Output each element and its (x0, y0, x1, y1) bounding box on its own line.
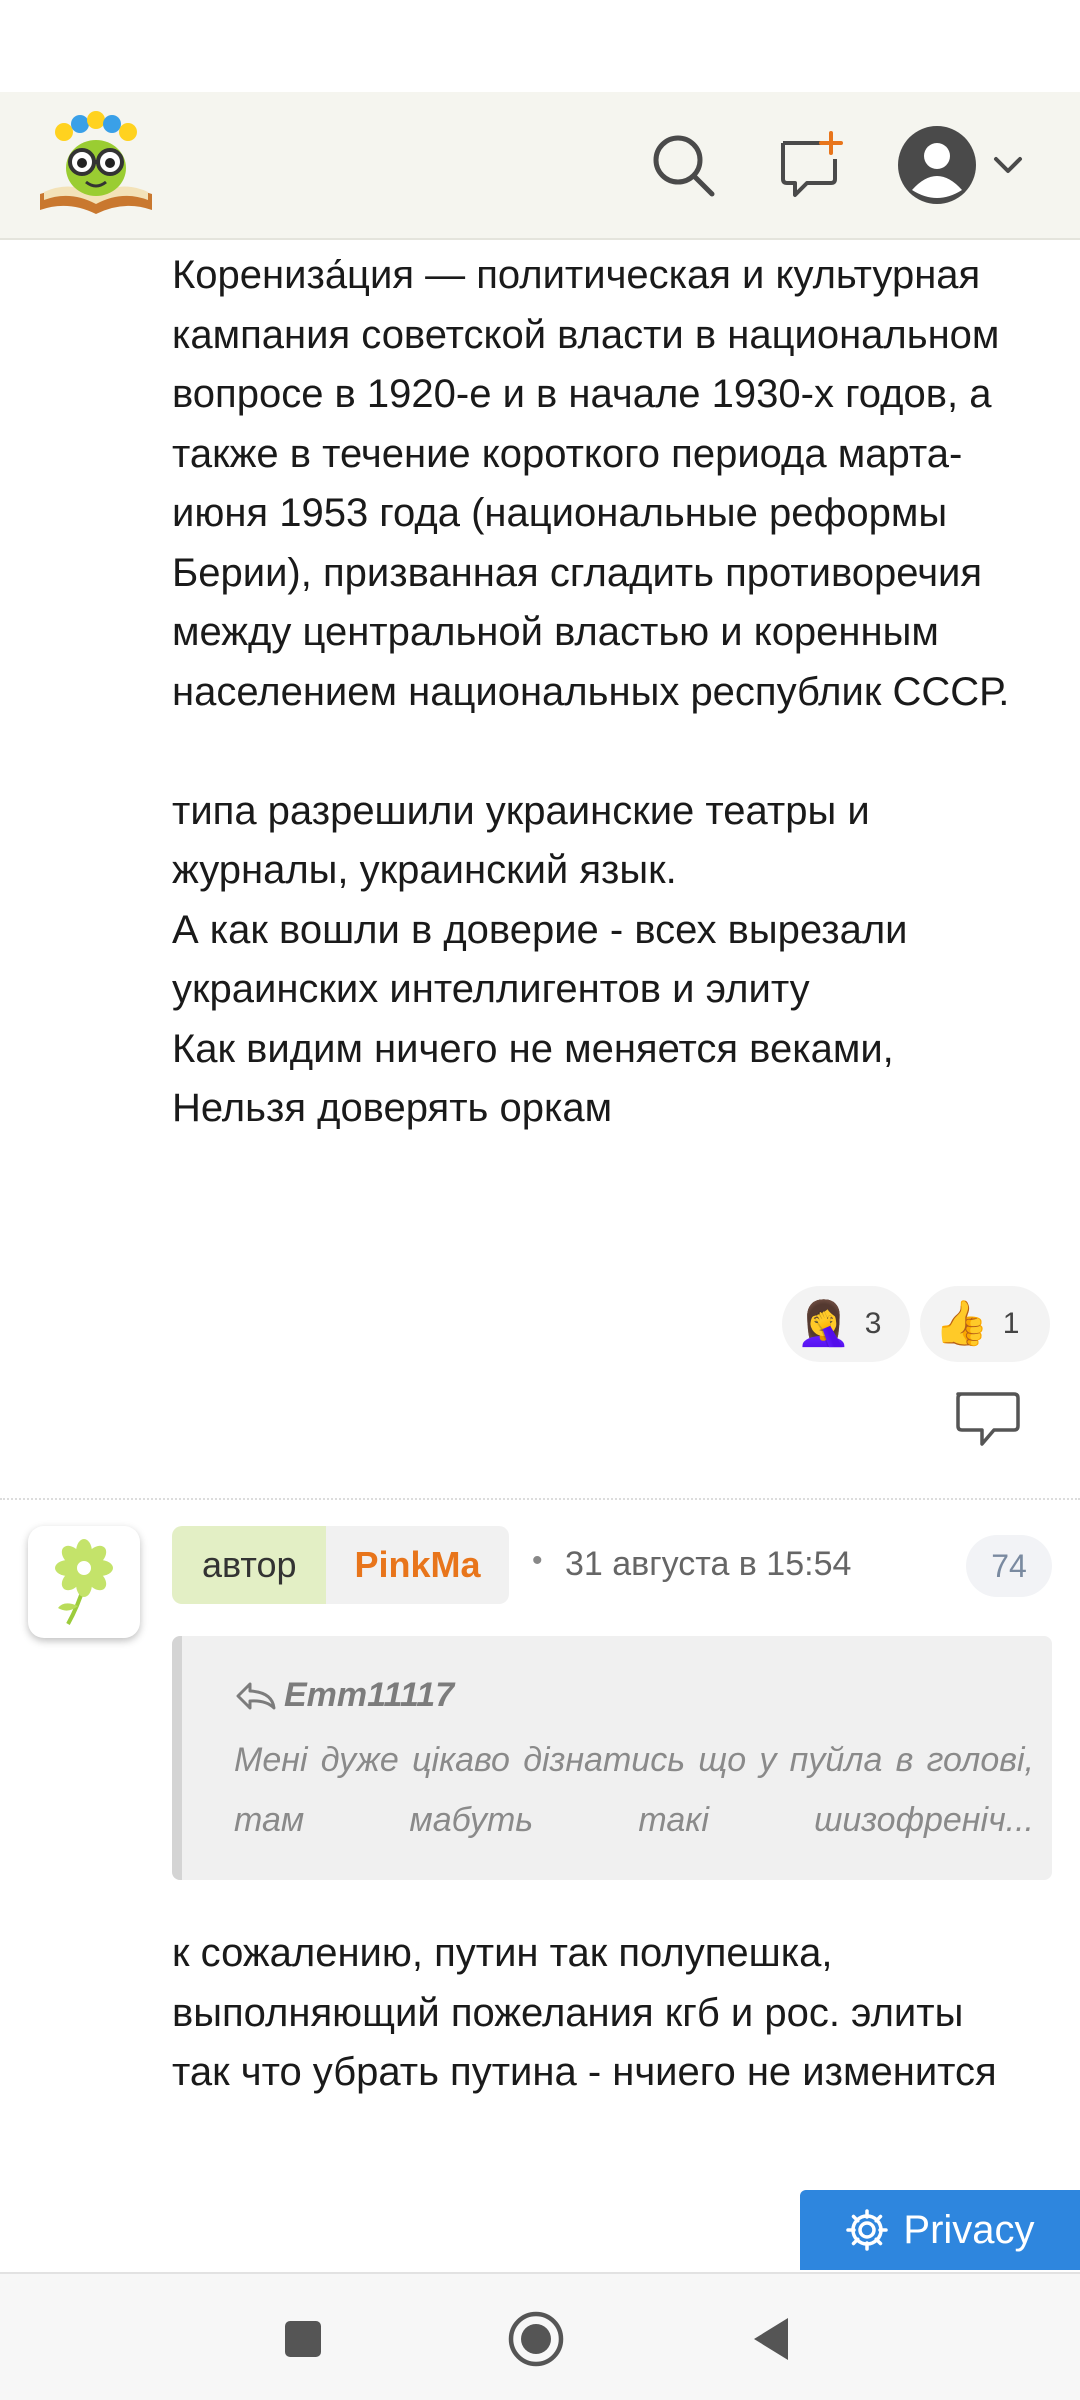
reaction-facepalm[interactable]: 🤦‍♀️ 3 (782, 1286, 910, 1362)
recents-button[interactable] (268, 2304, 338, 2374)
reactions-bar: 🤦‍♀️ 3 👍 1 (782, 1286, 1050, 1362)
chat-plus-icon (781, 131, 843, 197)
chevron-down-icon (994, 157, 1022, 173)
quoted-reply[interactable]: Emm11117 Мені дуже цікаво дізнатись що у… (172, 1636, 1052, 1880)
comment-body: Корениза́ция — политическая и культурная… (172, 253, 1010, 1130)
reaction-thumbs-up[interactable]: 👍 1 (920, 1286, 1050, 1362)
comment-bubble-icon (956, 1392, 1020, 1446)
home-circle-icon (508, 2311, 564, 2367)
reply-button[interactable] (952, 1388, 1022, 1452)
meta-separator: • (532, 1544, 543, 1577)
comment-number[interactable]: 74 (966, 1535, 1052, 1597)
search-icon (653, 135, 715, 197)
home-button[interactable] (501, 2304, 571, 2374)
author-badge[interactable]: автор PinkMa (172, 1526, 509, 1604)
quote-author: Emm11117 (234, 1676, 454, 1715)
comment-separator (0, 1498, 1080, 1500)
comment-date: 31 августа в 15:54 (565, 1545, 852, 1583)
author-avatar[interactable] (28, 1526, 140, 1638)
new-post-button[interactable] (770, 122, 856, 208)
reaction-count: 3 (864, 1307, 882, 1340)
profile-menu-button[interactable] (896, 122, 1036, 208)
user-avatar-icon (898, 126, 976, 204)
back-button[interactable] (735, 2304, 805, 2374)
gear-icon (846, 2209, 889, 2251)
reaction-count: 1 (1002, 1307, 1020, 1340)
square-icon (285, 2321, 321, 2357)
app-header (0, 92, 1080, 240)
author-name[interactable]: PinkMa (326, 1526, 509, 1604)
comment-body: к сожалению, путин так полупешка, выполн… (172, 1931, 997, 2094)
privacy-label: Privacy (903, 2207, 1035, 2252)
author-role-label: автор (172, 1526, 327, 1604)
site-logo[interactable] (34, 108, 158, 220)
search-button[interactable] (640, 122, 726, 208)
reply-arrow-icon (236, 1682, 276, 1709)
quote-author-name: Emm11117 (284, 1676, 455, 1714)
quote-text: Мені дуже цікаво дізнатись що у пуйла в … (234, 1741, 1034, 1839)
thumbs-up-icon: 👍 (934, 1298, 989, 1349)
back-triangle-icon (754, 2318, 788, 2360)
system-nav-bar (0, 2272, 1080, 2400)
privacy-button[interactable]: Privacy (800, 2190, 1080, 2270)
facepalm-icon: 🤦‍♀️ (796, 1298, 851, 1349)
status-bar (0, 0, 1080, 92)
flower-icon (55, 1539, 113, 1625)
